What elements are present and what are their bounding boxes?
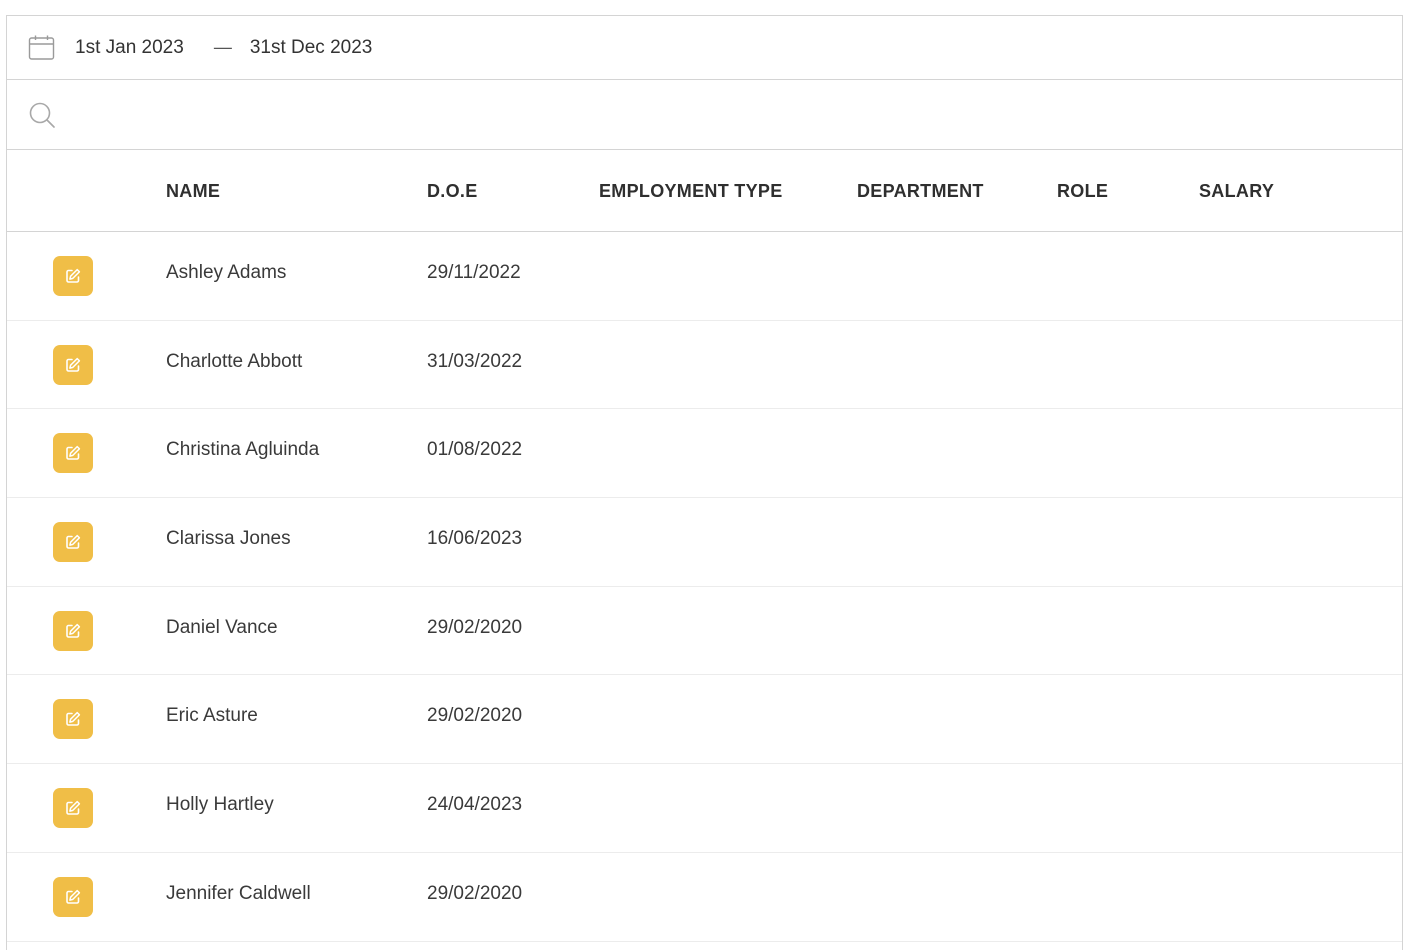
table-row: Daniel Vance 29/02/2020 (7, 587, 1402, 676)
date-range-separator: — (213, 37, 232, 57)
cell-doe: 16/06/2023 (427, 528, 523, 550)
table-row: Jennifer Caldwell 29/02/2020 (7, 853, 1402, 942)
cell-doe: 24/04/2023 (427, 794, 523, 816)
table-row: Ashley Adams 29/11/2022 (7, 232, 1402, 321)
table-row: Clarissa Jones 16/06/2023 (7, 498, 1402, 587)
edit-icon (64, 533, 82, 551)
cell-doe: 29/02/2020 (427, 705, 523, 727)
edit-button[interactable] (53, 610, 93, 651)
cell-doe: 31/03/2022 (427, 350, 523, 372)
edit-button[interactable] (53, 699, 93, 740)
calendar-icon[interactable] (28, 34, 55, 61)
cell-doe: 29/02/2020 (427, 616, 523, 638)
edit-button[interactable] (53, 256, 93, 296)
table-body: Ashley Adams 29/11/2022 Charlotte Abbott… (7, 232, 1402, 942)
cell-name: Jennifer Caldwell (166, 882, 311, 904)
column-header-department[interactable]: DEPARTMENT (857, 150, 984, 232)
column-header-salary[interactable]: SALARY (1199, 150, 1274, 232)
edit-icon (64, 267, 82, 285)
table-row: Charlotte Abbott 31/03/2022 (7, 321, 1402, 410)
cell-doe: 29/02/2020 (427, 882, 523, 904)
edit-icon (64, 444, 82, 462)
edit-button[interactable] (53, 876, 93, 917)
date-range-bar[interactable]: 1st Jan 2023 — 31st Dec 2023 (7, 16, 1402, 80)
column-header-employment-type[interactable]: EMPLOYMENT TYPE (599, 150, 783, 232)
table-row: Holly Hartley 24/04/2023 (7, 764, 1402, 853)
edit-button[interactable] (53, 433, 93, 474)
table-header-row: NAME D.O.E EMPLOYMENT TYPE DEPARTMENT RO… (7, 150, 1402, 232)
cell-name: Christina Agluinda (166, 439, 320, 461)
cell-name: Holly Hartley (166, 794, 274, 816)
search-icon (28, 101, 56, 129)
edit-icon (64, 622, 82, 640)
cell-name: Charlotte Abbott (166, 350, 303, 372)
search-input[interactable] (67, 90, 1371, 140)
date-range-start[interactable]: 1st Jan 2023 (75, 37, 184, 59)
edit-button[interactable] (53, 788, 93, 829)
search-bar (7, 80, 1402, 150)
edit-icon (64, 710, 82, 728)
table-row: Eric Asture 29/02/2020 (7, 675, 1402, 765)
cell-doe: 01/08/2022 (427, 439, 523, 461)
edit-icon (64, 799, 82, 817)
cell-name: Eric Asture (166, 705, 258, 727)
employee-table-panel: 1st Jan 2023 — 31st Dec 2023 NAME D.O.E … (6, 15, 1403, 950)
cell-doe: 29/11/2022 (427, 262, 521, 283)
edit-icon (64, 356, 82, 374)
column-header-doe[interactable]: D.O.E (427, 150, 478, 232)
column-header-role[interactable]: ROLE (1057, 150, 1108, 232)
edit-button[interactable] (53, 344, 93, 385)
cell-name: Ashley Adams (166, 262, 287, 283)
table-row: Christina Agluinda 01/08/2022 (7, 409, 1402, 499)
date-range-end[interactable]: 31st Dec 2023 (250, 37, 373, 59)
cell-name: Daniel Vance (166, 616, 278, 638)
edit-button[interactable] (53, 522, 93, 563)
edit-icon (64, 888, 82, 906)
column-header-name[interactable]: NAME (166, 150, 220, 232)
cell-name: Clarissa Jones (166, 528, 291, 550)
